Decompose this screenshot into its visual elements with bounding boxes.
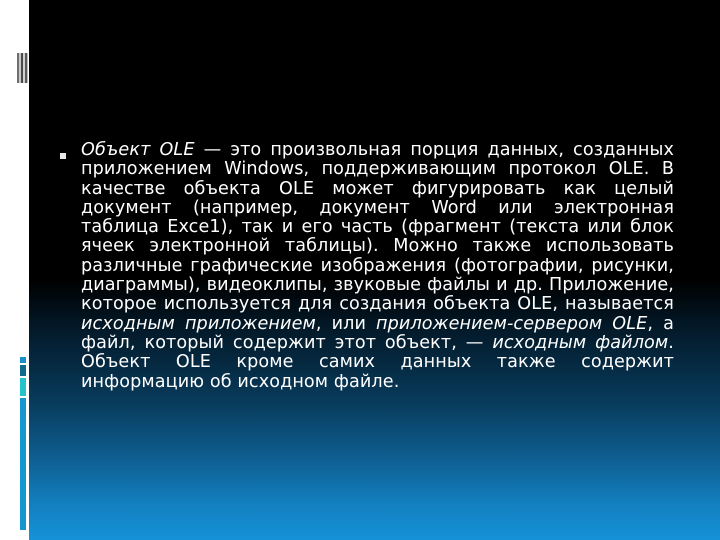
decorative-blue-bar [20, 365, 26, 376]
text-segment: приложением-сервером OLE [376, 313, 648, 334]
decorative-blue-bar [20, 357, 26, 363]
decorative-gray-bars [17, 53, 28, 83]
text-segment: исходным приложением [81, 313, 316, 334]
decorative-blue-bar [20, 378, 26, 396]
decorative-blue-bar [20, 398, 26, 530]
slide-body-paragraph: Объект OLE — это произвольная порция дан… [81, 140, 674, 392]
text-segment: исходным файлом [492, 332, 669, 353]
text-segment: — это произвольная порция данных, создан… [81, 140, 674, 315]
text-segment: Объект OLE [81, 140, 195, 160]
square-bullet-icon [60, 153, 66, 159]
text-segment: , или [315, 313, 377, 334]
